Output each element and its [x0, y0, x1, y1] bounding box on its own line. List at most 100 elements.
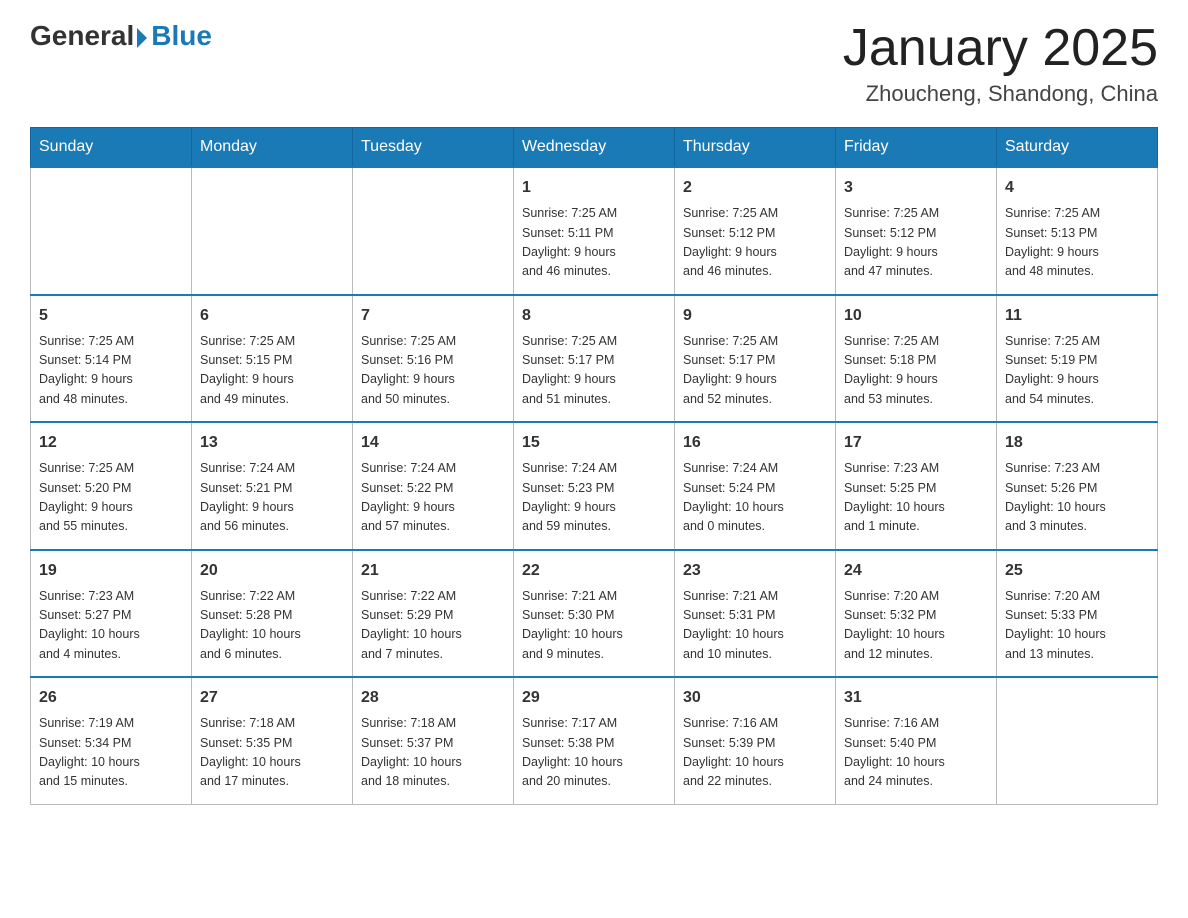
logo-arrow-icon — [137, 28, 147, 48]
calendar-cell: 31 Sunrise: 7:16 AM Sunset: 5:40 PM Dayli… — [836, 677, 997, 804]
calendar-cell — [353, 167, 514, 295]
day-number: 20 — [200, 559, 344, 583]
day-number: 17 — [844, 431, 988, 455]
day-number: 4 — [1005, 176, 1149, 200]
calendar-cell: 30 Sunrise: 7:16 AM Sunset: 5:39 PM Dayli… — [675, 677, 836, 804]
day-number: 25 — [1005, 559, 1149, 583]
day-info: Sunrise: 7:22 AM Sunset: 5:29 PM Dayligh… — [361, 587, 505, 665]
day-info: Sunrise: 7:25 AM Sunset: 5:20 PM Dayligh… — [39, 459, 183, 537]
calendar-week-4: 19 Sunrise: 7:23 AM Sunset: 5:27 PM Dayli… — [31, 550, 1158, 678]
day-info: Sunrise: 7:25 AM Sunset: 5:14 PM Dayligh… — [39, 332, 183, 410]
calendar-cell: 6 Sunrise: 7:25 AM Sunset: 5:15 PM Daylig… — [192, 295, 353, 423]
weekday-header-wednesday: Wednesday — [514, 128, 675, 168]
calendar-cell — [31, 167, 192, 295]
day-info: Sunrise: 7:20 AM Sunset: 5:32 PM Dayligh… — [844, 587, 988, 665]
day-number: 14 — [361, 431, 505, 455]
day-number: 5 — [39, 304, 183, 328]
day-number: 28 — [361, 686, 505, 710]
day-info: Sunrise: 7:23 AM Sunset: 5:26 PM Dayligh… — [1005, 459, 1149, 537]
calendar-cell: 25 Sunrise: 7:20 AM Sunset: 5:33 PM Dayli… — [997, 550, 1158, 678]
calendar-cell: 29 Sunrise: 7:17 AM Sunset: 5:38 PM Dayli… — [514, 677, 675, 804]
day-info: Sunrise: 7:25 AM Sunset: 5:12 PM Dayligh… — [683, 204, 827, 282]
day-number: 3 — [844, 176, 988, 200]
calendar-cell: 8Sunrise: 7:25 AM Sunset: 5:17 PM Daylig… — [514, 295, 675, 423]
day-number: 29 — [522, 686, 666, 710]
calendar-cell: 26Sunrise: 7:19 AM Sunset: 5:34 PM Dayli… — [31, 677, 192, 804]
weekday-header-saturday: Saturday — [997, 128, 1158, 168]
day-number: 13 — [200, 431, 344, 455]
day-info: Sunrise: 7:23 AM Sunset: 5:25 PM Dayligh… — [844, 459, 988, 537]
day-info: Sunrise: 7:22 AM Sunset: 5:28 PM Dayligh… — [200, 587, 344, 665]
day-number: 19 — [39, 559, 183, 583]
weekday-header-friday: Friday — [836, 128, 997, 168]
day-info: Sunrise: 7:23 AM Sunset: 5:27 PM Dayligh… — [39, 587, 183, 665]
day-info: Sunrise: 7:19 AM Sunset: 5:34 PM Dayligh… — [39, 714, 183, 792]
day-number: 8 — [522, 304, 666, 328]
calendar-cell: 9 Sunrise: 7:25 AM Sunset: 5:17 PM Daylig… — [675, 295, 836, 423]
calendar-cell: 16 Sunrise: 7:24 AM Sunset: 5:24 PM Dayli… — [675, 422, 836, 550]
calendar-week-2: 5 Sunrise: 7:25 AM Sunset: 5:14 PM Daylig… — [31, 295, 1158, 423]
calendar-week-3: 12 Sunrise: 7:25 AM Sunset: 5:20 PM Dayli… — [31, 422, 1158, 550]
weekday-header-row: SundayMondayTuesdayWednesdayThursdayFrid… — [31, 128, 1158, 168]
calendar-cell: 22 Sunrise: 7:21 AM Sunset: 5:30 PM Dayli… — [514, 550, 675, 678]
calendar-cell: 21Sunrise: 7:22 AM Sunset: 5:29 PM Dayli… — [353, 550, 514, 678]
calendar-cell: 15Sunrise: 7:24 AM Sunset: 5:23 PM Dayli… — [514, 422, 675, 550]
day-info: Sunrise: 7:25 AM Sunset: 5:15 PM Dayligh… — [200, 332, 344, 410]
calendar-cell: 20 Sunrise: 7:22 AM Sunset: 5:28 PM Dayli… — [192, 550, 353, 678]
weekday-header-thursday: Thursday — [675, 128, 836, 168]
day-number: 2 — [683, 176, 827, 200]
calendar-cell: 28 Sunrise: 7:18 AM Sunset: 5:37 PM Dayli… — [353, 677, 514, 804]
page-header: General Blue January 2025 Zhoucheng, Sha… — [30, 20, 1158, 107]
weekday-header-sunday: Sunday — [31, 128, 192, 168]
day-info: Sunrise: 7:20 AM Sunset: 5:33 PM Dayligh… — [1005, 587, 1149, 665]
calendar-cell: 13Sunrise: 7:24 AM Sunset: 5:21 PM Dayli… — [192, 422, 353, 550]
day-number: 31 — [844, 686, 988, 710]
day-number: 16 — [683, 431, 827, 455]
day-number: 11 — [1005, 304, 1149, 328]
day-info: Sunrise: 7:18 AM Sunset: 5:35 PM Dayligh… — [200, 714, 344, 792]
day-info: Sunrise: 7:25 AM Sunset: 5:11 PM Dayligh… — [522, 204, 666, 282]
calendar-table: SundayMondayTuesdayWednesdayThursdayFrid… — [30, 127, 1158, 805]
day-info: Sunrise: 7:25 AM Sunset: 5:13 PM Dayligh… — [1005, 204, 1149, 282]
calendar-cell: 24 Sunrise: 7:20 AM Sunset: 5:32 PM Dayli… — [836, 550, 997, 678]
day-number: 15 — [522, 431, 666, 455]
day-info: Sunrise: 7:16 AM Sunset: 5:39 PM Dayligh… — [683, 714, 827, 792]
day-number: 6 — [200, 304, 344, 328]
day-info: Sunrise: 7:25 AM Sunset: 5:12 PM Dayligh… — [844, 204, 988, 282]
weekday-header-monday: Monday — [192, 128, 353, 168]
calendar-cell: 17 Sunrise: 7:23 AM Sunset: 5:25 PM Dayli… — [836, 422, 997, 550]
calendar-cell: 3 Sunrise: 7:25 AM Sunset: 5:12 PM Daylig… — [836, 167, 997, 295]
day-info: Sunrise: 7:16 AM Sunset: 5:40 PM Dayligh… — [844, 714, 988, 792]
logo: General Blue — [30, 20, 212, 52]
day-info: Sunrise: 7:25 AM Sunset: 5:16 PM Dayligh… — [361, 332, 505, 410]
calendar-cell: 19 Sunrise: 7:23 AM Sunset: 5:27 PM Dayli… — [31, 550, 192, 678]
day-number: 18 — [1005, 431, 1149, 455]
day-number: 10 — [844, 304, 988, 328]
day-number: 24 — [844, 559, 988, 583]
day-info: Sunrise: 7:25 AM Sunset: 5:18 PM Dayligh… — [844, 332, 988, 410]
day-info: Sunrise: 7:24 AM Sunset: 5:22 PM Dayligh… — [361, 459, 505, 537]
weekday-header-tuesday: Tuesday — [353, 128, 514, 168]
day-info: Sunrise: 7:24 AM Sunset: 5:24 PM Dayligh… — [683, 459, 827, 537]
day-info: Sunrise: 7:25 AM Sunset: 5:17 PM Dayligh… — [683, 332, 827, 410]
calendar-cell — [192, 167, 353, 295]
calendar-cell: 10 Sunrise: 7:25 AM Sunset: 5:18 PM Dayli… — [836, 295, 997, 423]
day-number: 23 — [683, 559, 827, 583]
day-number: 22 — [522, 559, 666, 583]
day-number: 7 — [361, 304, 505, 328]
day-number: 30 — [683, 686, 827, 710]
day-number: 12 — [39, 431, 183, 455]
calendar-cell: 5 Sunrise: 7:25 AM Sunset: 5:14 PM Daylig… — [31, 295, 192, 423]
day-number: 1 — [522, 176, 666, 200]
calendar-cell: 14 Sunrise: 7:24 AM Sunset: 5:22 PM Dayli… — [353, 422, 514, 550]
day-info: Sunrise: 7:17 AM Sunset: 5:38 PM Dayligh… — [522, 714, 666, 792]
day-info: Sunrise: 7:18 AM Sunset: 5:37 PM Dayligh… — [361, 714, 505, 792]
title-area: January 2025 Zhoucheng, Shandong, China — [843, 20, 1158, 107]
calendar-week-1: 1 Sunrise: 7:25 AM Sunset: 5:11 PM Daylig… — [31, 167, 1158, 295]
day-info: Sunrise: 7:21 AM Sunset: 5:30 PM Dayligh… — [522, 587, 666, 665]
day-number: 9 — [683, 304, 827, 328]
day-info: Sunrise: 7:21 AM Sunset: 5:31 PM Dayligh… — [683, 587, 827, 665]
calendar-cell: 7 Sunrise: 7:25 AM Sunset: 5:16 PM Daylig… — [353, 295, 514, 423]
calendar-cell: 11Sunrise: 7:25 AM Sunset: 5:19 PM Dayli… — [997, 295, 1158, 423]
calendar-cell: 27Sunrise: 7:18 AM Sunset: 5:35 PM Dayli… — [192, 677, 353, 804]
